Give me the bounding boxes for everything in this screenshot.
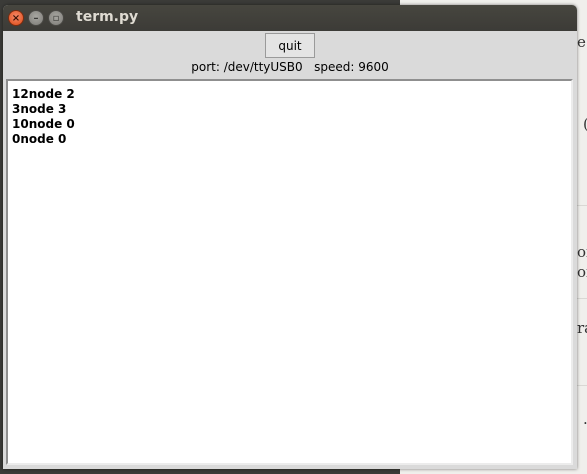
terminal-output[interactable]: 12node 2 3node 3 10node 0 0node 0 xyxy=(6,79,573,465)
maximize-icon[interactable]: ▫ xyxy=(48,10,64,26)
terminal-line: 3node 3 xyxy=(12,102,67,116)
background-text-fragment: oi xyxy=(577,243,587,261)
port-label: port: /dev/ttyUSB0 xyxy=(191,60,303,74)
background-text-fragment: ( xyxy=(583,117,587,132)
background-text-fragment: oi xyxy=(577,263,587,281)
background-text-fragment: e xyxy=(577,33,586,51)
status-line: port: /dev/ttyUSB0 speed: 9600 xyxy=(3,60,577,78)
term-window: × – ▫ term.py quit port: /dev/ttyUSB0 sp… xyxy=(3,5,577,469)
terminal-line: 10node 0 xyxy=(12,117,75,131)
title-bar[interactable]: × – ▫ term.py xyxy=(3,5,577,31)
background-text-fragment: ra xyxy=(577,319,587,337)
quit-button[interactable]: quit xyxy=(265,33,315,58)
background-text-fragment: . xyxy=(583,412,587,427)
close-icon[interactable]: × xyxy=(8,10,24,26)
speed-label: speed: 9600 xyxy=(314,60,389,74)
terminal-line: 0node 0 xyxy=(12,132,67,146)
minimize-icon[interactable]: – xyxy=(28,10,44,26)
window-title: term.py xyxy=(76,9,139,25)
terminal-text: 12node 2 3node 3 10node 0 0node 0 xyxy=(12,87,567,459)
terminal-line: 12node 2 xyxy=(12,87,75,101)
